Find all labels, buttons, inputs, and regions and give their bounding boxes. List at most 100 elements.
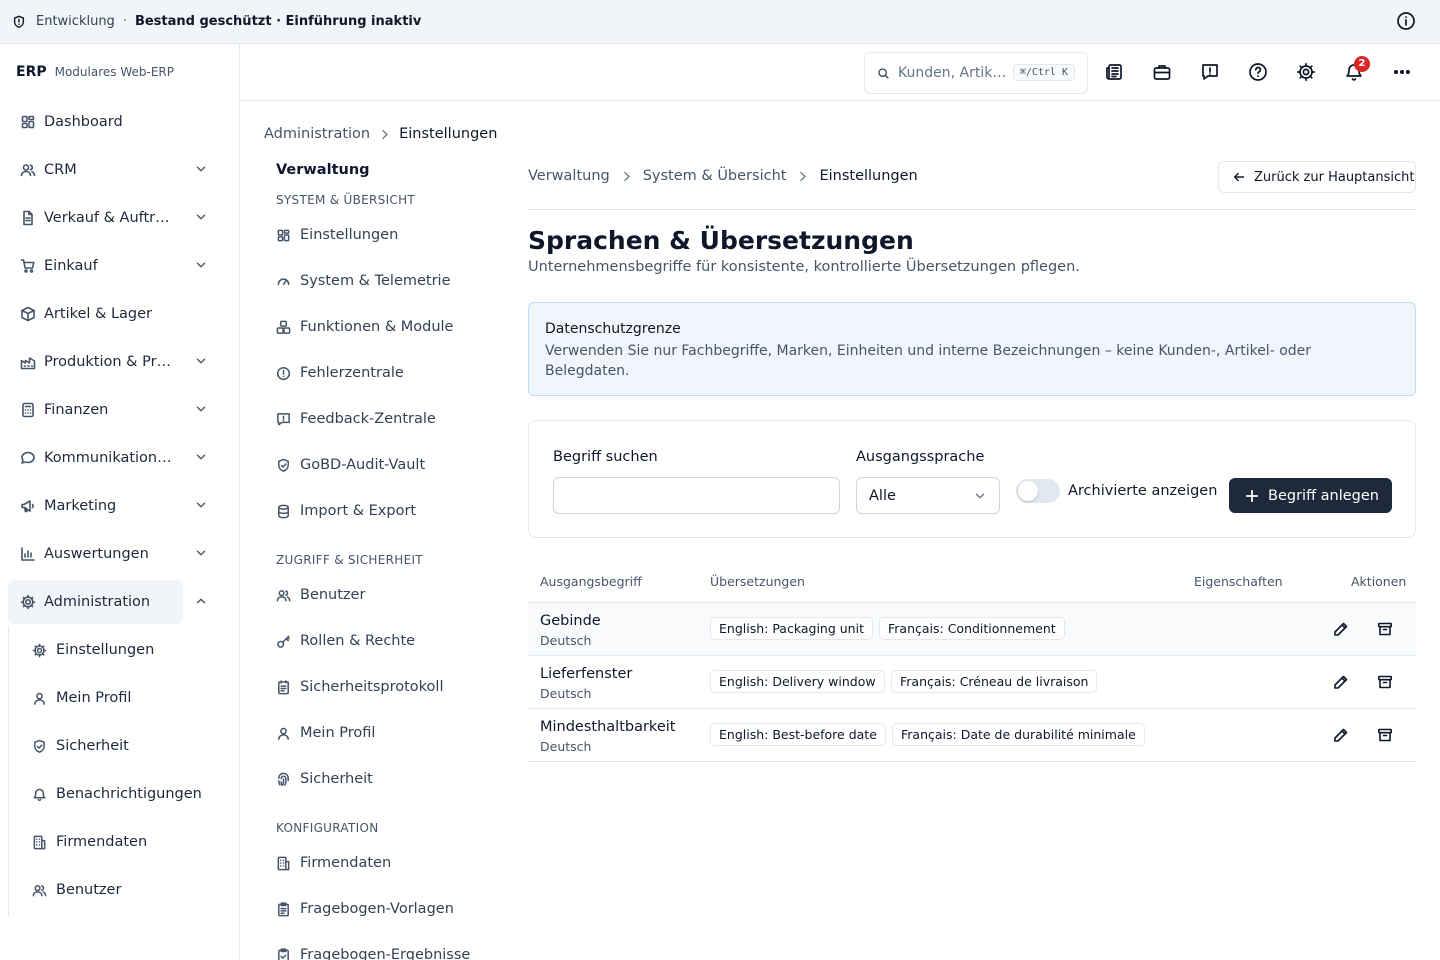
secondary-nav-item-fragebogen-ergebnisse[interactable]: Fragebogen-Ergebnisse [276,940,496,960]
info-icon[interactable] [1396,11,1416,31]
archived-toggle-label: Archivierte anzeigen [1068,483,1218,499]
privacy-notice: Datenschutzgrenze Verwenden Sie nur Fach… [528,302,1416,396]
top-toolbar: Kunden, Artik… ⌘/Ctrl K 2 [240,44,1440,101]
sidebar-item-produktion-pr[interactable]: Produktion & Pr… [8,340,232,384]
chevron-down-icon[interactable] [194,354,216,368]
secondary-nav-item-system-telemetrie[interactable]: System & Telemetrie [276,266,496,296]
sidebar-item-marketing[interactable]: Marketing [8,484,232,528]
back-button[interactable]: Zurück zur Hauptansicht [1218,161,1416,193]
source-language-select[interactable]: Alle [856,477,1000,514]
archive-icon[interactable] [1377,674,1393,690]
users-icon [276,588,300,603]
subnav-item-benachrichtigungen[interactable]: Benachrichtigungen [24,774,224,814]
user-icon [276,726,300,741]
table-row[interactable]: Lieferfenster Deutsch English: Delivery wi… [528,656,1416,709]
sidebar-item-label: Marketing [44,498,117,514]
secondary-nav-item-label: Sicherheit [300,771,373,787]
secondary-nav-item-fragebogen-vorlagen[interactable]: Fragebogen-Vorlagen [276,894,496,924]
table-row[interactable]: Mindesthaltbarkeit Deutsch English: Best-b… [528,709,1416,762]
chevron-down-icon[interactable] [194,210,216,224]
sidebar-item-administration[interactable]: Administration [8,580,206,624]
secondary-nav-item-fehlerzentrale[interactable]: Fehlerzentrale [276,358,496,388]
environment-label: Entwicklung [36,14,115,29]
gear-icon[interactable] [1296,62,1316,82]
sidebar-item-artikel-lager[interactable]: Artikel & Lager [8,292,232,336]
chevron-down-icon[interactable] [194,498,216,512]
edit-icon[interactable] [1333,674,1349,690]
edit-icon[interactable] [1333,621,1349,637]
subnav-item-mein-profil[interactable]: Mein Profil [24,678,224,718]
archive-icon[interactable] [1377,727,1393,743]
search-term-label: Begriff suchen [553,449,658,465]
secondary-nav-item-rollen-rechte[interactable]: Rollen & Rechte [276,626,496,656]
subnav-item-label: Sicherheit [56,738,129,754]
sidebar-item-label: Einkauf [44,258,98,274]
users-icon [20,162,44,178]
subnav-item-sicherheit[interactable]: Sicherheit [24,726,224,766]
secondary-nav-item-firmendaten[interactable]: Firmendaten [276,848,496,878]
banner-separator: · [122,14,127,29]
translation-chip: English: Delivery window [710,670,885,693]
table-row[interactable]: Gebinde Deutsch English: Packaging unit Fra… [528,603,1416,656]
alert-circle-icon [276,366,300,381]
secondary-nav-item-label: Fragebogen-Vorlagen [300,901,454,917]
sidebar-item-dashboard[interactable]: Dashboard [8,100,232,144]
breadcrumb-verwaltung[interactable]: Verwaltung [528,168,610,184]
sidebar-item-finanzen[interactable]: Finanzen [8,388,232,432]
subnav-item-einstellungen[interactable]: Einstellungen [24,630,224,670]
document-icon [20,210,44,226]
translation-chip: English: Best-before date [710,723,886,746]
secondary-nav-item-label: Import & Export [300,503,417,519]
feedback-icon[interactable] [1200,62,1220,82]
secondary-nav-title: Verwaltung [276,162,370,178]
sidebar-item-einkauf[interactable]: Einkauf [8,244,232,288]
secondary-nav-item-gobd-audit-vault[interactable]: GoBD-Audit-Vault [276,450,496,480]
translation-chip: English: Packaging unit [710,617,873,640]
briefcase-icon[interactable] [1152,62,1172,82]
breadcrumb-parent[interactable]: Administration [264,126,370,142]
chevron-down-icon[interactable] [194,402,216,416]
breadcrumb-current: Einstellungen [399,126,498,142]
calculator-icon [20,402,44,418]
chevron-down-icon[interactable] [194,162,216,176]
arrow-left-icon [1232,170,1254,184]
sidebar-item-auswertungen[interactable]: Auswertungen [8,532,232,576]
shield-alert-icon [12,15,26,29]
secondary-nav-item-feedback-zentrale[interactable]: Feedback-Zentrale [276,404,496,434]
secondary-nav-item-funktionen-module[interactable]: Funktionen & Module [276,312,496,342]
subnav-item-firmendaten[interactable]: Firmendaten [24,822,224,862]
column-header-source: Ausgangsbegriff [540,574,642,589]
secondary-nav-item-benutzer[interactable]: Benutzer [276,580,496,610]
secondary-nav-item-sicherheitsprotokoll[interactable]: Sicherheitsprotokoll [276,672,496,702]
archived-toggle[interactable] [1016,479,1060,503]
chevron-down-icon[interactable] [194,258,216,272]
notice-text: Verwenden Sie nur Fachbegriffe, Marken, … [545,343,1312,379]
chevron-down-icon[interactable] [194,450,216,464]
secondary-nav-item-einstellungen[interactable]: Einstellungen [276,220,496,250]
chevron-up-icon[interactable] [194,594,216,608]
term-language: Deutsch [540,686,592,701]
sidebar-item-verkauf-auftr[interactable]: Verkauf & Auftr… [8,196,232,240]
chevron-down-icon[interactable] [194,546,216,560]
sidebar-item-crm[interactable]: CRM [8,148,232,192]
package-icon [20,306,44,322]
breadcrumb-system[interactable]: System & Übersicht [643,168,787,184]
sidebar-item-label: Finanzen [44,402,109,418]
secondary-nav-item-mein-profil[interactable]: Mein Profil [276,718,496,748]
sidebar-item-kommunikation[interactable]: Kommunikation… [8,436,232,480]
search-term-input[interactable] [553,477,840,514]
term-name: Gebinde [540,613,601,629]
secondary-nav-item-import-export[interactable]: Import & Export [276,496,496,526]
edit-icon[interactable] [1333,727,1349,743]
subnav-item-benutzer[interactable]: Benutzer [24,870,224,910]
archive-icon[interactable] [1377,621,1393,637]
secondary-nav-item-sicherheit[interactable]: Sicherheit [276,764,496,794]
column-header-properties: Eigenschaften [1194,574,1283,589]
more-icon[interactable] [1392,62,1412,82]
global-search[interactable]: Kunden, Artik… ⌘/Ctrl K [864,52,1088,94]
brand[interactable]: ERP Modulares Web-ERP [0,44,239,100]
create-term-button[interactable]: Begriff anlegen [1229,478,1392,513]
newspaper-icon[interactable] [1104,62,1124,82]
dashboard-icon [276,228,300,243]
help-icon[interactable] [1248,62,1268,82]
